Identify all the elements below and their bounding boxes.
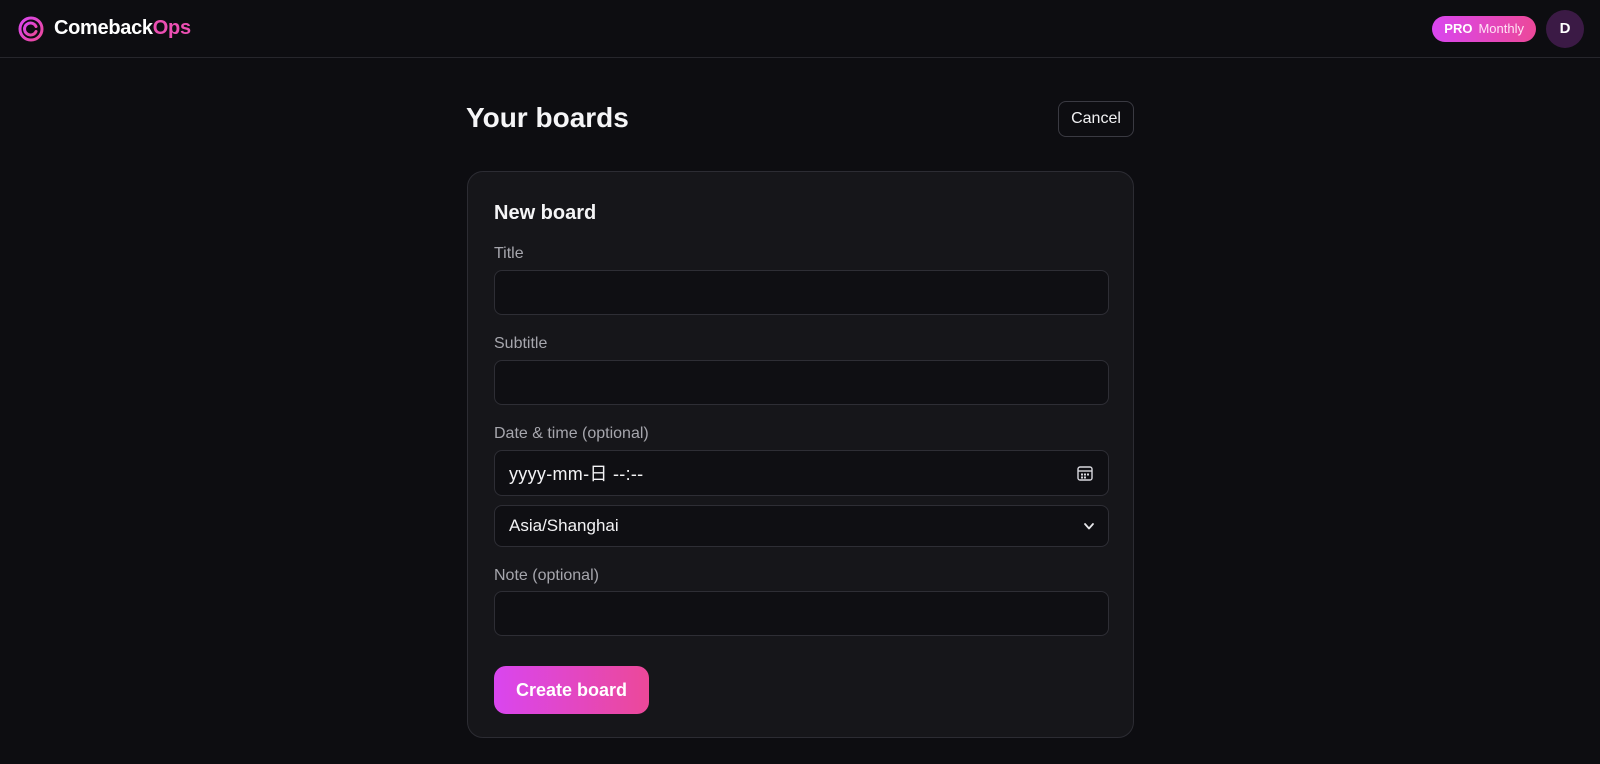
calendar-icon[interactable] [1076, 464, 1094, 482]
subtitle-label: Subtitle [494, 335, 548, 352]
avatar[interactable]: D [1546, 9, 1584, 48]
create-board-button[interactable]: Create board [494, 666, 649, 714]
page-title: Your boards [466, 102, 629, 133]
plan-badge[interactable]: PRO Monthly [1432, 15, 1536, 42]
datetime-input[interactable]: yyyy-mm-日 --:-- [494, 450, 1109, 496]
timezone-value: Asia/Shanghai [509, 516, 619, 535]
ring-logo-icon [18, 16, 44, 41]
note-label: Note (optional) [494, 567, 599, 584]
datetime-label: Date & time (optional) [494, 425, 649, 442]
title-label: Title [494, 245, 524, 262]
plan-cycle: Monthly [1478, 21, 1524, 36]
timezone-select[interactable]: Asia/Shanghai [494, 505, 1109, 547]
brand-name-part1: Comeback [54, 17, 153, 39]
note-input[interactable] [494, 591, 1109, 636]
plan-tier: PRO [1444, 21, 1473, 36]
new-board-card: New board Title Subtitle Date & time (op… [467, 171, 1134, 738]
subtitle-input[interactable] [494, 360, 1109, 405]
brand-name-part2: Ops [152, 17, 191, 39]
header-actions: PRO Monthly D [1432, 9, 1584, 48]
top-bar: ComebackOps PRO Monthly D [0, 0, 1600, 58]
title-input[interactable] [494, 270, 1109, 315]
brand-name: ComebackOps [54, 17, 191, 40]
brand[interactable]: ComebackOps [18, 16, 191, 42]
chevron-down-icon [1084, 523, 1094, 530]
datetime-value: yyyy-mm-日 --:-- [509, 464, 644, 484]
cancel-button[interactable]: Cancel [1058, 101, 1134, 137]
card-title: New board [494, 202, 597, 224]
